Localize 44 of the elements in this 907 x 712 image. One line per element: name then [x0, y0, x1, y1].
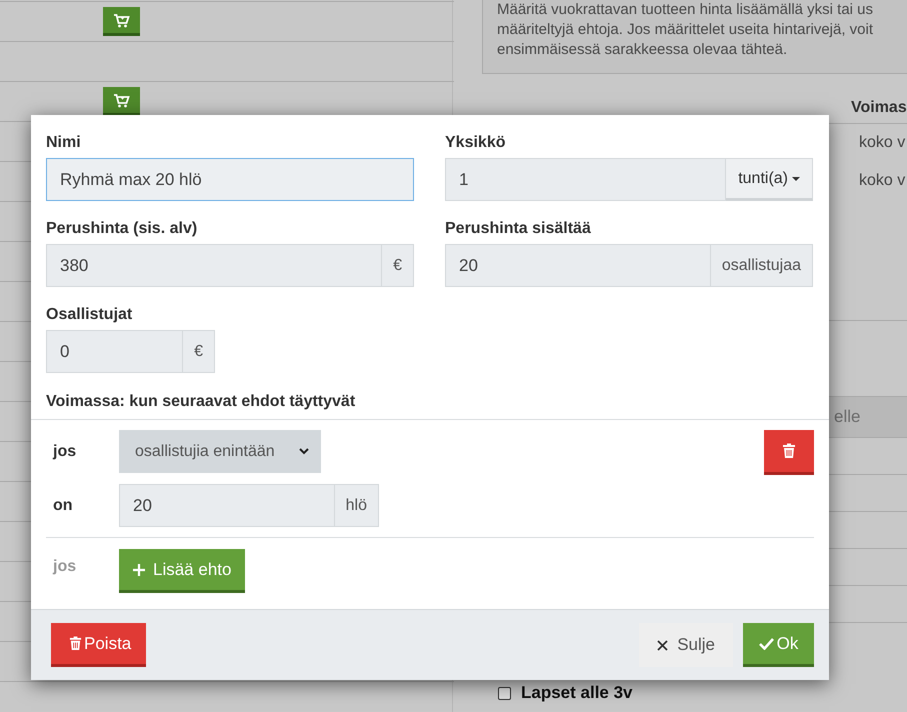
input-field[interactable]: Ryhmä max 20 hlö [46, 158, 414, 201]
close-icon [657, 640, 668, 650]
column-header: Voimas [851, 93, 907, 124]
input-addon: hlö [334, 484, 379, 527]
cart-icon [113, 12, 130, 28]
add-to-cart-button[interactable] [103, 7, 140, 36]
trash-icon [69, 636, 82, 651]
field-label: Perushinta sisältää [445, 219, 592, 239]
input-addon: € [382, 244, 414, 287]
info-text: Määritä vuokrattavan tuotteen hinta lisäämällä yksi tai us [497, 0, 874, 20]
info-text: määriteltyjä ehtoja. Jos määrittelet useita hintarivejä, voit [497, 20, 874, 40]
unit-dropdown[interactable]: tunti(a) [726, 158, 813, 201]
input-addon: € [183, 330, 215, 373]
input-field[interactable]: 1 [445, 158, 726, 201]
condition-label: jos [52, 442, 78, 460]
field-label: Perushinta (sis. alv) [46, 219, 198, 239]
condition-label: jos [52, 557, 78, 576]
trash-icon [782, 443, 796, 459]
cart-icon [113, 92, 130, 108]
band-text: elle [834, 407, 860, 427]
input-addon: osallistujaa [710, 244, 813, 287]
close-button[interactable]: Sulje [639, 623, 733, 667]
checkbox-label: Lapset alle 3v [521, 683, 633, 703]
input-field[interactable]: 20 [119, 484, 335, 527]
field-label: Osallistujat [46, 305, 134, 325]
section-title: Voimassa: kun seuraavat ehdot täyttyvät [46, 392, 356, 412]
input-field[interactable]: 0 [46, 330, 184, 373]
field-label: Nimi [46, 133, 82, 153]
table-cell-text: koko v [858, 171, 906, 191]
chevron-icon [299, 448, 309, 455]
condition-label: on [52, 496, 74, 514]
table-cell-text: koko v [858, 133, 906, 153]
condition-select[interactable]: osallistujia enintään [119, 430, 321, 473]
input-field[interactable]: 20 [445, 244, 711, 287]
input-field[interactable]: 380 [46, 244, 382, 287]
plus-icon [133, 564, 145, 576]
add-to-cart-button[interactable] [103, 87, 140, 116]
check-icon [758, 637, 774, 650]
delete-condition-button[interactable] [764, 430, 814, 475]
delete-button[interactable]: Poista [51, 623, 146, 667]
caret-icon [792, 176, 800, 180]
info-text: ensimmäisessä sarakkeessa olevaa tähteä. [497, 40, 788, 60]
checkbox[interactable] [498, 686, 511, 700]
field-label: Yksikkö [445, 133, 506, 153]
